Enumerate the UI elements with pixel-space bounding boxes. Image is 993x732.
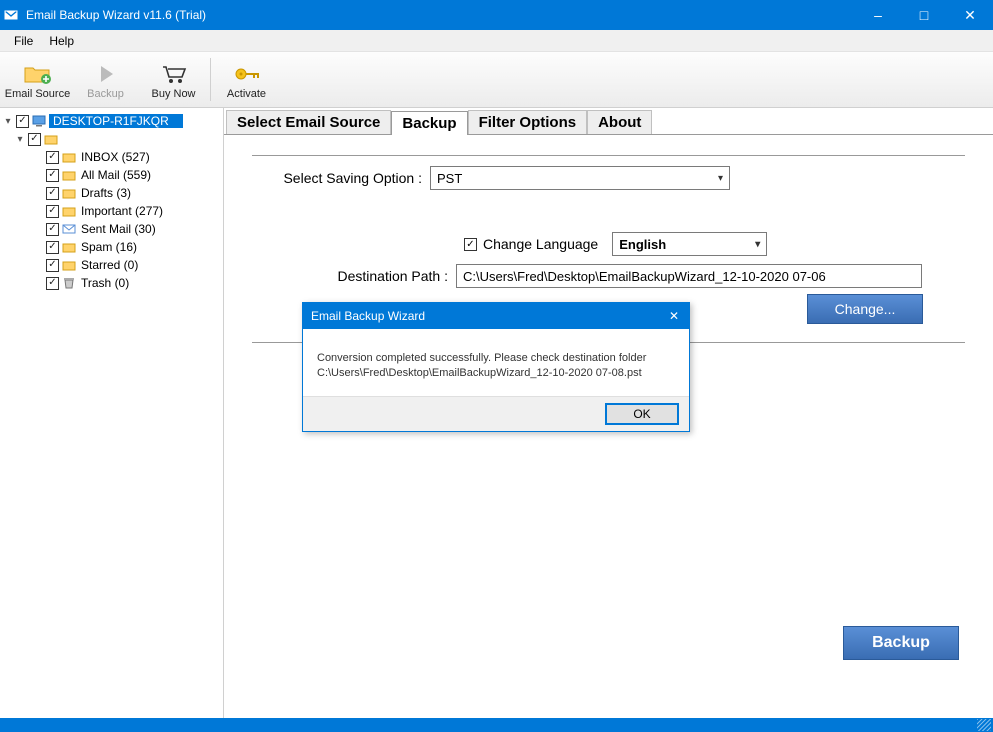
change-button[interactable]: Change... — [807, 294, 923, 324]
toolbar-backup[interactable]: Backup — [72, 54, 140, 105]
toolbar-separator — [210, 58, 211, 101]
dialog-ok-button[interactable]: OK — [605, 403, 679, 425]
saving-option-label: Select Saving Option : — [252, 170, 430, 186]
toolbar-activate-label: Activate — [227, 88, 266, 100]
language-value: English — [619, 237, 666, 252]
status-bar — [0, 718, 993, 732]
language-select[interactable]: English ▾ — [612, 232, 767, 256]
folder-icon — [61, 223, 77, 235]
maximize-button[interactable]: □ — [901, 0, 947, 30]
checkbox[interactable] — [46, 205, 59, 218]
menu-bar: File Help — [0, 30, 993, 52]
tab-about[interactable]: About — [587, 110, 652, 134]
folder-icon — [61, 277, 77, 289]
play-icon — [94, 60, 118, 88]
toolbar-email-source[interactable]: Email Source — [4, 54, 72, 105]
tree-item-label: INBOX (527) — [79, 150, 152, 164]
checkbox[interactable] — [46, 169, 59, 182]
folder-icon — [61, 169, 77, 181]
menu-help[interactable]: Help — [41, 32, 82, 50]
tree-item-label: Starred (0) — [79, 258, 140, 272]
tree-item[interactable]: INBOX (527) — [2, 148, 221, 166]
window-title: Email Backup Wizard v11.6 (Trial) — [22, 8, 855, 22]
tree-item-label: Drafts (3) — [79, 186, 133, 200]
toolbar-activate[interactable]: Activate — [213, 54, 281, 105]
close-button[interactable]: ✕ — [947, 0, 993, 30]
saving-option-select[interactable]: PST ▾ — [430, 166, 730, 190]
tree-account[interactable]: ▾ — [2, 130, 221, 148]
dialog-message-line2: C:\Users\Fred\Desktop\EmailBackupWizard_… — [317, 366, 675, 381]
checkbox[interactable] — [46, 241, 59, 254]
checkbox[interactable] — [28, 133, 41, 146]
tab-filter-options[interactable]: Filter Options — [468, 110, 588, 134]
change-language-checkbox[interactable] — [464, 238, 477, 251]
dialog-title-bar[interactable]: Email Backup Wizard ✕ — [303, 303, 689, 329]
folder-icon — [61, 241, 77, 253]
title-bar: Email Backup Wizard v11.6 (Trial) ‒ □ ✕ — [0, 0, 993, 30]
tab-bar: Select Email Source Backup Filter Option… — [224, 108, 993, 134]
checkbox[interactable] — [16, 115, 29, 128]
folder-tree[interactable]: ▾ DESKTOP-R1FJKQR ▾ INBOX (527) All Mail … — [0, 108, 224, 718]
computer-icon — [31, 115, 47, 127]
dialog-close-button[interactable]: ✕ — [659, 303, 689, 329]
tree-item-label: Trash (0) — [79, 276, 131, 290]
checkbox[interactable] — [46, 187, 59, 200]
saving-option-value: PST — [437, 171, 462, 186]
cart-icon — [160, 60, 188, 88]
collapse-icon[interactable]: ▾ — [2, 116, 14, 127]
chevron-down-icon: ▾ — [755, 239, 760, 250]
tree-item[interactable]: Drafts (3) — [2, 184, 221, 202]
dialog-title: Email Backup Wizard — [311, 309, 659, 323]
folder-icon — [61, 259, 77, 271]
resize-grip[interactable] — [977, 719, 991, 731]
folder-icon — [61, 151, 77, 163]
destination-path-label: Destination Path : — [252, 268, 456, 284]
tree-item[interactable]: Trash (0) — [2, 274, 221, 292]
toolbar-backup-label: Backup — [87, 88, 124, 100]
toolbar: Email Source Backup Buy Now Activate — [0, 52, 993, 108]
inbox-folder-icon — [43, 133, 59, 145]
backup-button[interactable]: Backup — [843, 626, 959, 660]
collapse-icon[interactable]: ▾ — [14, 134, 26, 145]
checkbox[interactable] — [46, 223, 59, 236]
chevron-down-icon: ▾ — [718, 173, 723, 184]
tree-item[interactable]: Important (277) — [2, 202, 221, 220]
destination-path-input[interactable]: C:\Users\Fred\Desktop\EmailBackupWizard_… — [456, 264, 922, 288]
tab-select-source[interactable]: Select Email Source — [226, 110, 391, 134]
dialog-body: Conversion completed successfully. Pleas… — [303, 329, 689, 396]
menu-file[interactable]: File — [6, 32, 41, 50]
destination-path-value: C:\Users\Fred\Desktop\EmailBackupWizard_… — [463, 269, 826, 284]
checkbox[interactable] — [46, 151, 59, 164]
tree-root[interactable]: ▾ DESKTOP-R1FJKQR — [2, 112, 221, 130]
backup-tab-content: Select Saving Option : PST ▾ Change Lang… — [224, 135, 993, 718]
folder-icon — [61, 187, 77, 199]
completion-dialog: Email Backup Wizard ✕ Conversion complet… — [302, 302, 690, 432]
tab-backup[interactable]: Backup — [391, 111, 467, 135]
folder-add-icon — [23, 60, 53, 88]
tree-item[interactable]: Sent Mail (30) — [2, 220, 221, 238]
dialog-message-line1: Conversion completed successfully. Pleas… — [317, 351, 675, 366]
app-icon — [0, 8, 22, 22]
tree-item-label: Spam (16) — [79, 240, 139, 254]
tree-item-label: All Mail (559) — [79, 168, 153, 182]
tree-item[interactable]: All Mail (559) — [2, 166, 221, 184]
key-icon — [232, 60, 262, 88]
folder-icon — [61, 205, 77, 217]
toolbar-buy-now-label: Buy Now — [151, 88, 195, 100]
checkbox[interactable] — [46, 277, 59, 290]
checkbox[interactable] — [46, 259, 59, 272]
tree-item-label: Sent Mail (30) — [79, 222, 158, 236]
main-panel: Select Email Source Backup Filter Option… — [224, 108, 993, 718]
tree-root-label: DESKTOP-R1FJKQR — [49, 114, 183, 128]
tree-item-label: Important (277) — [79, 204, 165, 218]
toolbar-buy-now[interactable]: Buy Now — [140, 54, 208, 105]
toolbar-email-source-label: Email Source — [5, 88, 70, 100]
tree-item[interactable]: Spam (16) — [2, 238, 221, 256]
change-language-label: Change Language — [483, 236, 598, 252]
minimize-button[interactable]: ‒ — [855, 0, 901, 30]
tree-item[interactable]: Starred (0) — [2, 256, 221, 274]
